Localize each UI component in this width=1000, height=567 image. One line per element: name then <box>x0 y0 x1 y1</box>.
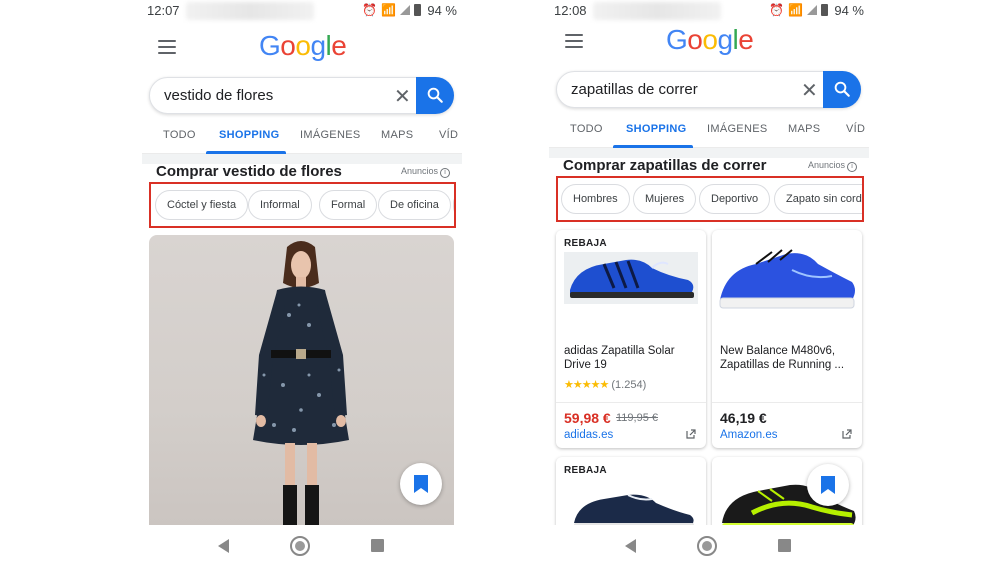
tab-videos[interactable]: VÍD <box>439 129 458 141</box>
android-nav-bar <box>549 525 869 567</box>
sale-badge: REBAJA <box>556 236 615 251</box>
star-rating-icon: ★★★★★ <box>564 379 609 391</box>
tab-todo[interactable]: TODO <box>570 123 603 135</box>
google-app-bar: Google <box>142 22 462 74</box>
review-count: (1.254) <box>611 379 647 391</box>
product-rating: ★★★★★ (1.254) <box>564 378 646 391</box>
recents-nav-icon[interactable] <box>371 539 384 552</box>
chip-hombres[interactable]: Hombres <box>561 184 630 214</box>
back-nav-icon[interactable] <box>218 539 229 553</box>
card-divider <box>712 402 862 403</box>
product-name: New Balance M480v6, Zapatillas de Runnin… <box>720 345 845 371</box>
tab-maps[interactable]: MAPS <box>381 129 413 141</box>
back-nav-icon[interactable] <box>625 539 636 553</box>
search-tabs: TODO SHOPPING IMÁGENES MAPS VÍD <box>142 118 462 154</box>
google-logo[interactable]: Google <box>666 24 754 56</box>
chip-de-oficina[interactable]: De oficina <box>378 190 451 220</box>
alarm-icon: ⏰ <box>362 3 377 17</box>
section-title: Comprar zapatillas de correr <box>563 157 767 174</box>
phone-screen-right: 12:08 ⏰ 📶 94 % Google zapatillas de corr… <box>549 0 869 567</box>
chip-overflow[interactable] <box>453 190 454 220</box>
chip-deportivo[interactable]: Deportivo <box>699 184 771 214</box>
search-tabs: TODO SHOPPING IMÁGENES MAPS VÍD <box>549 112 869 148</box>
chip-mujeres[interactable]: Mujeres <box>633 184 697 214</box>
tab-videos[interactable]: VÍD <box>846 123 865 135</box>
ads-label-text: Anuncios <box>807 160 845 170</box>
menu-icon[interactable] <box>565 34 583 48</box>
redacted-notification-area <box>186 2 314 20</box>
filter-chips-highlighted: Hombres Mujeres Deportivo Zapato sin cor… <box>556 176 864 222</box>
recents-nav-icon[interactable] <box>778 539 791 552</box>
tab-shopping[interactable]: SHOPPING <box>626 123 686 135</box>
chip-informal[interactable]: Informal <box>248 190 312 220</box>
chip-zapato-sin-cordones[interactable]: Zapato sin cordo... <box>774 184 862 214</box>
home-nav-icon[interactable] <box>290 536 310 556</box>
search-button[interactable] <box>416 77 454 114</box>
tab-todo[interactable]: TODO <box>163 129 196 141</box>
sale-price: 59,98 € <box>564 410 611 426</box>
search-input[interactable]: zapatillas de correr <box>571 81 698 98</box>
wifi-icon: 📶 <box>380 3 396 17</box>
status-icons: ⏰ 📶 <box>769 3 828 17</box>
ads-label[interactable]: Anuncios i <box>401 166 450 178</box>
status-bar: 12:07 ⏰ 📶 94 % <box>142 0 462 22</box>
original-price: 119,95 € <box>616 412 659 424</box>
bookmark-icon <box>821 476 835 494</box>
sale-badge: REBAJA <box>556 463 615 478</box>
info-icon[interactable]: i <box>440 168 450 178</box>
menu-icon[interactable] <box>158 40 176 54</box>
google-app-bar: Google <box>549 16 869 68</box>
ads-label[interactable]: Anuncios i <box>808 160 857 172</box>
bookmark-icon <box>414 475 428 493</box>
chip-formal[interactable]: Formal <box>319 190 378 220</box>
product-name: adidas Zapatilla Solar Drive 19 <box>564 345 675 371</box>
wifi-icon: 📶 <box>787 3 803 17</box>
status-icons: ⏰ 📶 <box>362 3 421 17</box>
signal-icon <box>399 5 410 15</box>
card-divider <box>556 402 706 403</box>
save-button[interactable] <box>807 464 849 506</box>
battery-percentage: 94 % <box>427 3 457 18</box>
search-input[interactable]: vestido de flores <box>164 87 273 104</box>
clear-icon[interactable]: ✕ <box>394 84 411 109</box>
phone-screen-left: 12:07 ⏰ 📶 94 % Google vestido de flores … <box>142 0 462 567</box>
tab-imagenes[interactable]: IMÁGENES <box>300 129 360 141</box>
external-link-icon[interactable] <box>842 429 852 439</box>
battery-icon <box>820 4 828 16</box>
tab-imagenes[interactable]: IMÁGENES <box>707 123 767 135</box>
store-link[interactable]: Amazon.es <box>720 429 778 441</box>
search-icon <box>427 87 443 103</box>
alarm-icon: ⏰ <box>769 3 784 17</box>
save-button[interactable] <box>400 463 442 505</box>
external-link-icon[interactable] <box>686 429 696 439</box>
status-time: 12:07 <box>147 3 180 18</box>
google-logo[interactable]: Google <box>259 30 347 62</box>
search-icon <box>834 81 850 97</box>
home-nav-icon[interactable] <box>697 536 717 556</box>
battery-icon <box>413 4 421 16</box>
product-card[interactable]: REBAJA adidas Zapatilla Solar Drive 19 ★… <box>556 230 706 448</box>
search-bar[interactable]: zapatillas de correr ✕ <box>556 71 861 108</box>
ads-label-text: Anuncios <box>400 166 438 176</box>
chip-coctel-y-fiesta[interactable]: Cóctel y fiesta <box>155 190 249 220</box>
tab-shopping[interactable]: SHOPPING <box>219 129 279 141</box>
tab-maps[interactable]: MAPS <box>788 123 820 135</box>
signal-icon <box>806 5 817 15</box>
product-card[interactable]: New Balance M480v6, Zapatillas de Runnin… <box>712 230 862 448</box>
filter-chips-highlighted: Cóctel y fiesta Informal Formal De ofici… <box>149 182 456 228</box>
product-price: 46,19 € <box>720 410 767 426</box>
store-link[interactable]: adidas.es <box>564 429 613 441</box>
clear-icon[interactable]: ✕ <box>801 78 818 103</box>
product-image-new-balance-shoe <box>712 230 862 330</box>
info-icon[interactable]: i <box>847 162 857 172</box>
search-button[interactable] <box>823 71 861 108</box>
android-nav-bar <box>142 525 462 567</box>
section-title: Comprar vestido de flores <box>156 163 342 180</box>
search-bar[interactable]: vestido de flores ✕ <box>149 77 454 114</box>
